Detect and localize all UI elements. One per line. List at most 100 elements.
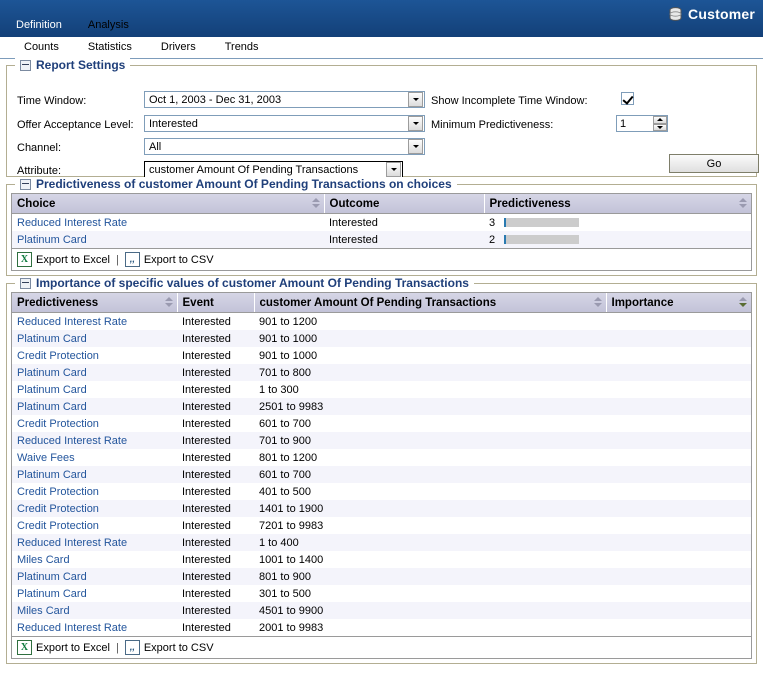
attribute-value-text: 601 to 700: [259, 469, 311, 481]
predictiveness-link[interactable]: Platinum Card: [17, 384, 87, 396]
chevron-down-icon[interactable]: [408, 116, 423, 131]
brand-label: Customer: [688, 6, 755, 22]
table-row: Reduced Interest RateInterested701 to 90…: [12, 432, 751, 449]
predictiveness-table-wrap: Choice Outcome Predictiveness Reduced In…: [11, 193, 752, 271]
predictiveness-value: 2: [489, 234, 495, 246]
attribute-value: customer Amount Of Pending Transactions: [145, 164, 386, 176]
cell-attribute-value: 1401 to 1900: [254, 500, 606, 517]
predictiveness-link[interactable]: Platinum Card: [17, 401, 87, 413]
sort-icon[interactable]: [165, 297, 173, 308]
predictiveness-bar: [504, 235, 579, 244]
chevron-down-icon[interactable]: [408, 92, 423, 107]
cell-importance: [606, 517, 751, 534]
table-row: Waive FeesInterested801 to 1200: [12, 449, 751, 466]
event-text: Interested: [182, 554, 231, 566]
chevron-down-icon[interactable]: [386, 162, 401, 177]
sort-icon-active[interactable]: [739, 297, 747, 308]
predictiveness-link[interactable]: Miles Card: [17, 554, 70, 566]
column-header-predictiveness[interactable]: Predictiveness: [12, 293, 177, 313]
go-button[interactable]: Go: [669, 154, 759, 173]
predictiveness-link[interactable]: Credit Protection: [17, 486, 99, 498]
predictiveness-link[interactable]: Platinum Card: [17, 333, 87, 345]
attribute-value-text: 1 to 400: [259, 537, 299, 549]
page-body: Report Settings Time Window: Offer Accep…: [0, 59, 763, 664]
event-text: Interested: [182, 384, 231, 396]
export-to-csv-button[interactable]: ,, Export to CSV: [125, 640, 214, 655]
attribute-value-text: 701 to 800: [259, 367, 311, 379]
column-header-event[interactable]: Event: [177, 293, 254, 313]
sort-icon[interactable]: [312, 198, 320, 209]
export-to-csv-label: Export to CSV: [144, 254, 214, 266]
column-header-outcome-label: Outcome: [330, 198, 380, 210]
event-text: Interested: [182, 571, 231, 583]
offer-level-select[interactable]: Interested: [144, 115, 425, 132]
predictiveness-group: Predictiveness of customer Amount Of Pen…: [6, 184, 757, 276]
column-header-choice[interactable]: Choice: [12, 194, 324, 214]
cell-event: Interested: [177, 568, 254, 585]
column-header-importance[interactable]: Importance: [606, 293, 751, 313]
choice-link[interactable]: Reduced Interest Rate: [17, 217, 127, 229]
export-to-excel-button[interactable]: X Export to Excel: [17, 640, 110, 655]
csv-icon: ,,: [125, 640, 140, 655]
column-header-attribute[interactable]: customer Amount Of Pending Transactions: [254, 293, 606, 313]
predictiveness-link[interactable]: Reduced Interest Rate: [17, 537, 127, 549]
predictiveness-link[interactable]: Credit Protection: [17, 503, 99, 515]
export-to-excel-button[interactable]: X Export to Excel: [17, 252, 110, 267]
chevron-down-icon[interactable]: [408, 139, 423, 154]
predictiveness-link[interactable]: Credit Protection: [17, 520, 99, 532]
tab-trends-label: Trends: [225, 41, 259, 53]
attribute-value-text: 301 to 500: [259, 588, 311, 600]
predictiveness-link[interactable]: Miles Card: [17, 605, 70, 617]
cell-predictiveness: Miles Card: [12, 551, 177, 568]
table-row: Platinum CardInterested901 to 1000: [12, 330, 751, 347]
predictiveness-link[interactable]: Platinum Card: [17, 571, 87, 583]
predictiveness-link[interactable]: Reduced Interest Rate: [17, 435, 127, 447]
cell-attribute-value: 801 to 900: [254, 568, 606, 585]
tab-counts[interactable]: Counts: [6, 37, 77, 58]
predictiveness-link[interactable]: Platinum Card: [17, 367, 87, 379]
time-window-select[interactable]: Oct 1, 2003 - Dec 31, 2003: [144, 91, 425, 108]
min-predictiveness-stepper[interactable]: 1: [616, 115, 668, 132]
predictiveness-link[interactable]: Reduced Interest Rate: [17, 622, 127, 634]
cell-predictiveness: Reduced Interest Rate: [12, 432, 177, 449]
predictiveness-link[interactable]: Platinum Card: [17, 588, 87, 600]
predictiveness-link[interactable]: Platinum Card: [17, 469, 87, 481]
column-header-predictiveness[interactable]: Predictiveness: [484, 194, 751, 214]
report-settings-legend: Report Settings: [15, 58, 130, 72]
collapse-icon[interactable]: [20, 179, 31, 190]
stepper-up-icon[interactable]: [653, 116, 667, 124]
column-header-event-label: Event: [183, 297, 214, 309]
export-to-csv-button[interactable]: ,, Export to CSV: [125, 252, 214, 267]
predictiveness-legend: Predictiveness of customer Amount Of Pen…: [15, 177, 457, 191]
predictiveness-link[interactable]: Credit Protection: [17, 350, 99, 362]
predictiveness-link[interactable]: Credit Protection: [17, 418, 99, 430]
cell-event: Interested: [177, 449, 254, 466]
table-row: Platinum CardInterested601 to 700: [12, 466, 751, 483]
event-text: Interested: [182, 333, 231, 345]
table-row: Credit ProtectionInterested7201 to 9983: [12, 517, 751, 534]
collapse-icon[interactable]: [20, 278, 31, 289]
collapse-icon[interactable]: [20, 60, 31, 71]
column-header-outcome[interactable]: Outcome: [324, 194, 484, 214]
tab-analysis[interactable]: Analysis: [72, 14, 145, 37]
tab-drivers[interactable]: Drivers: [143, 37, 214, 58]
choice-link[interactable]: Platinum Card: [17, 234, 87, 246]
tab-definition[interactable]: Definition: [0, 14, 78, 37]
predictiveness-link[interactable]: Waive Fees: [17, 452, 75, 464]
cell-importance: [606, 313, 751, 331]
predictiveness-link[interactable]: Reduced Interest Rate: [17, 316, 127, 328]
stepper-buttons[interactable]: [653, 116, 667, 131]
tab-trends[interactable]: Trends: [207, 37, 277, 58]
sort-icon[interactable]: [739, 198, 747, 209]
cell-importance: [606, 466, 751, 483]
table-row: Platinum CardInterested701 to 800: [12, 364, 751, 381]
cell-event: Interested: [177, 602, 254, 619]
show-incomplete-checkbox[interactable]: [621, 92, 634, 105]
tab-statistics[interactable]: Statistics: [70, 37, 150, 58]
table-row: Platinum CardInterested2: [12, 231, 751, 248]
sort-icon[interactable]: [594, 297, 602, 308]
stepper-down-icon[interactable]: [653, 124, 667, 132]
attribute-select[interactable]: customer Amount Of Pending Transactions: [144, 161, 403, 178]
channel-select[interactable]: All: [144, 138, 425, 155]
cell-predictiveness: Platinum Card: [12, 398, 177, 415]
